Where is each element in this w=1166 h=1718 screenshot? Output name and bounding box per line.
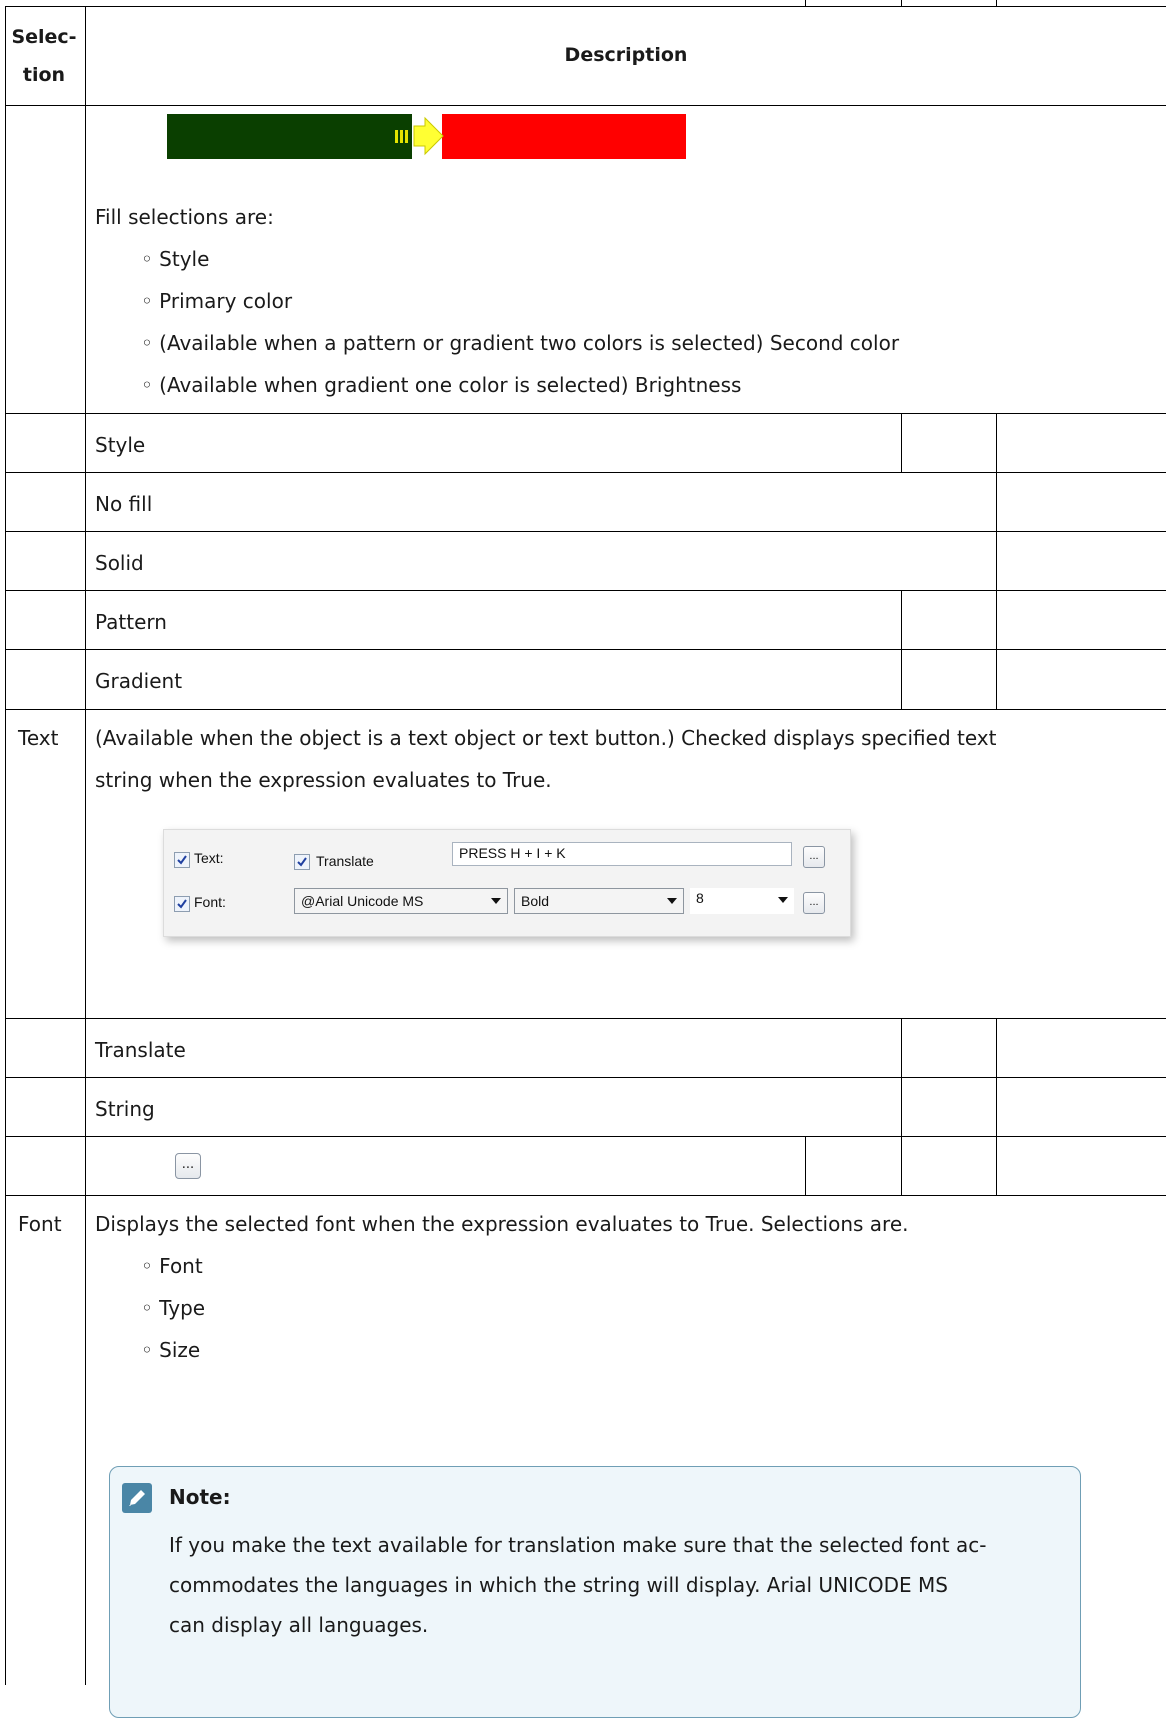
fill-bullet: ◦ (Available when a pattern or gradient …: [141, 331, 900, 355]
ellipsis-button[interactable]: ...: [175, 1153, 201, 1179]
header-stub-3: [996, 0, 997, 6]
pencil-icon-svg: [129, 1490, 145, 1506]
text-ellipsis-button[interactable]: ...: [803, 846, 825, 868]
header-selection-line-2: tion: [22, 64, 66, 86]
subrow-no-fill: No fill: [95, 492, 153, 516]
subrow-style: Style: [95, 433, 146, 457]
fill-bullet-text: (Available when gradient one color is se…: [159, 373, 742, 397]
row-line: [5, 413, 1166, 414]
check-icon: [177, 855, 187, 865]
chevron-down-icon: [667, 898, 677, 904]
fill-bullet: ◦ (Available when gradient one color is …: [141, 373, 742, 397]
note-body-line: If you make the text available for trans…: [169, 1533, 987, 1557]
font-checkbox-label: Font:: [194, 894, 226, 910]
font-size-value: 8: [696, 890, 704, 906]
note-body-line: commodates the languages in which the st…: [169, 1573, 948, 1597]
pencil-icon: [122, 1483, 152, 1513]
row-line: [5, 590, 1166, 591]
chevron-down-icon: [778, 897, 788, 903]
font-type-select[interactable]: Bold: [514, 888, 684, 914]
cell-divider: [901, 1136, 902, 1195]
text-font-settings-panel: Text: Translate PRESS H + I + K ... Font…: [163, 829, 851, 937]
table-left-border: [5, 6, 6, 1685]
header-stub-1: [805, 0, 806, 6]
cell-divider: [996, 472, 997, 709]
note-body: If you make the text available for trans…: [169, 1525, 1069, 1645]
fill-bullet-text: Style: [159, 247, 210, 271]
font-ellipsis-button[interactable]: ...: [803, 892, 825, 914]
header-bottom-border: [5, 105, 1166, 106]
row-line: [5, 649, 1166, 650]
chevron-down-icon: [491, 898, 501, 904]
font-checkbox[interactable]: [174, 896, 190, 912]
table-top-border: [5, 6, 1166, 7]
cell-divider: [901, 1018, 902, 1136]
row-line: [5, 472, 1166, 473]
selection-column-header: Selec- tion: [6, 18, 82, 94]
font-row-label: Font: [18, 1212, 62, 1236]
font-size-select[interactable]: 8: [690, 888, 794, 914]
fill-preview-svg: [167, 114, 686, 159]
text-row-description-line-1: (Available when the object is a text obj…: [95, 726, 997, 750]
cell-divider: [996, 1018, 997, 1195]
font-bullet: ◦ Size: [141, 1338, 201, 1362]
check-icon: [177, 899, 187, 909]
subrow-solid: Solid: [95, 551, 144, 575]
cell-divider: [996, 413, 997, 472]
fill-bullet-text: Primary color: [159, 289, 293, 313]
note-body-line: can display all languages.: [169, 1613, 429, 1637]
font-bullet: ◦ Font: [141, 1254, 203, 1278]
header-selection-line-1: Selec-: [11, 26, 77, 48]
subrow-pattern: Pattern: [95, 610, 167, 634]
subrow-gradient: Gradient: [95, 669, 183, 693]
font-name-select[interactable]: @Arial Unicode MS: [294, 888, 508, 914]
row-line: [5, 709, 1166, 710]
row-line: [5, 531, 1166, 532]
column-divider: [85, 6, 86, 1685]
translate-checkbox[interactable]: [294, 854, 310, 870]
note-callout: Note: If you make the text available for…: [109, 1466, 1081, 1718]
font-bullet-text: Font: [159, 1254, 203, 1278]
subrow-translate: Translate: [95, 1038, 186, 1062]
cell-divider: [901, 413, 902, 472]
translate-checkbox-label: Translate: [316, 853, 374, 869]
font-row-description: Displays the selected font when the expr…: [95, 1212, 909, 1236]
note-title: Note:: [169, 1485, 231, 1509]
header-stub-2: [901, 0, 902, 6]
font-type-value: Bold: [521, 893, 550, 909]
description-column-header: Description: [564, 44, 688, 66]
font-name-value: @Arial Unicode MS: [301, 893, 424, 909]
fill-preview-red: [442, 114, 686, 159]
text-row-label: Text: [18, 726, 59, 750]
fill-bullet-text: (Available when a pattern or gradient tw…: [159, 331, 900, 355]
cell-divider: [901, 590, 902, 709]
row-line: [5, 1077, 1166, 1078]
text-checkbox[interactable]: [174, 852, 190, 868]
cell-divider: [805, 1136, 806, 1195]
font-bullet-text: Size: [159, 1338, 201, 1362]
fill-intro: Fill selections are:: [95, 205, 274, 229]
text-string-input[interactable]: PRESS H + I + K: [452, 842, 792, 866]
fill-bullet: ◦ Primary color: [141, 289, 293, 313]
fill-bullet: ◦ Style: [141, 247, 210, 271]
row-line: [5, 1195, 1166, 1196]
font-bullet: ◦ Type: [141, 1296, 206, 1320]
text-row-description-line-2: string when the expression evaluates to …: [95, 768, 552, 792]
fill-preview-graphic: [167, 114, 687, 160]
text-checkbox-label: Text:: [194, 850, 224, 866]
row-line: [5, 1018, 1166, 1019]
font-bullet-text: Type: [159, 1296, 206, 1320]
subrow-string: String: [95, 1097, 155, 1121]
fill-preview-dark-green: [167, 114, 412, 159]
check-icon: [297, 857, 307, 867]
row-line: [5, 1136, 1166, 1137]
